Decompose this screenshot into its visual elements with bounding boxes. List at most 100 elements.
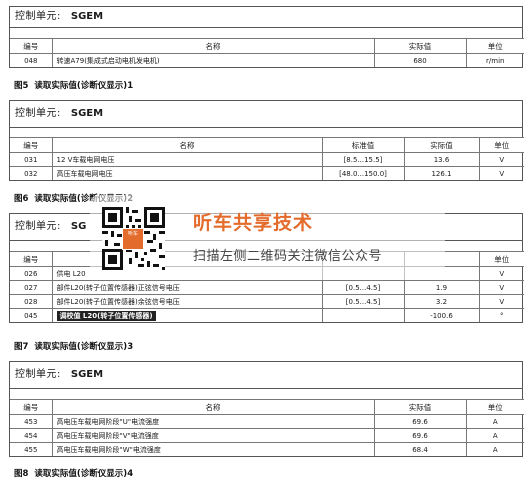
cell-unit: ° [479,308,524,322]
panel-4: 控制单元: SGEM 编号 名称 实际值 单位 453 高电压车载电网阶段"U"电… [9,361,524,457]
cell-actual: 13.6 [404,152,480,167]
cell-standard [322,308,405,322]
cell-standard: [48.0...150.0] [322,166,405,180]
table-header-row: 编号 名称 实际值 单位 [10,399,524,415]
cell-id: 028 [10,294,53,309]
caption-fig-number: 图7 [14,342,29,352]
cell-unit: V [479,294,524,309]
col-header-name: 名称 [52,38,375,54]
col-header-actual: 实际值 [374,38,467,54]
table-row: 031 12 V车载电网电压 [8.5...15.5] 13.6 V [10,152,524,167]
col-header-unit: 单位 [479,251,524,267]
col-header-name: 名称 [52,137,323,153]
table-row: 045 调校值 L20(转子位置传感器) -100.6 ° [10,308,524,322]
watermark-title: 听车共享技术 [193,212,314,234]
table-row: 048 转速A79(集成式启动电机发电机) 680 r/min [10,53,524,67]
cell-name: 高电压车载电网阶段"U"电流强度 [52,414,375,429]
panel-4-header: 控制单元: SGEM [10,362,522,389]
highlighted-name: 调校值 L20(转子位置传感器) [56,310,156,321]
col-header-unit: 单位 [479,137,524,153]
panel-2: 控制单元: SGEM 编号 名称 标准值 实际值 单位 031 12 V车载电网电… [9,100,524,181]
cell-actual: -100.6 [404,308,480,322]
cell-unit: V [479,266,524,281]
cell-actual: 1.9 [404,280,480,295]
cell-actual: 126.1 [404,166,480,180]
cell-unit: V [479,280,524,295]
cell-unit: r/min [466,53,524,67]
cell-actual: 69.6 [374,428,467,443]
watermark-subtitle: 扫描左侧二维码关注微信公众号 [193,249,383,264]
table-row: 454 高电压车载电网阶段"V"电流强度 69.6 A [10,428,524,443]
table-row: 453 高电压车载电网阶段"U"电流强度 69.6 A [10,414,524,429]
cell-name: 高电压车载电网阶段"V"电流强度 [52,428,375,443]
control-unit-value: SGEM [70,11,104,22]
caption-fig-number: 图8 [14,469,29,479]
cell-id: 032 [10,166,53,180]
cell-id: 027 [10,280,53,295]
cell-unit: A [466,414,524,429]
col-header-standard: 标准值 [322,137,405,153]
control-unit-label: 控制单元: [15,369,61,380]
cell-actual: 680 [374,53,467,67]
cell-name: 转速A79(集成式启动电机发电机) [52,53,375,67]
col-header-name: 名称 [52,399,375,415]
col-header-id: 编号 [10,38,53,54]
values-table-4: 编号 名称 实际值 单位 453 高电压车载电网阶段"U"电流强度 69.6 A… [10,399,524,456]
cell-id: 031 [10,152,53,167]
table-row: 028 部件L20(转子位置传感器)余弦信号电压 [0.5...4.5] 3.2… [10,294,524,309]
panel-1-header: 控制单元: SGEM [10,7,522,28]
cell-name: 高电压车载电网阶段"W"电流强度 [52,442,375,456]
cell-actual: 3.2 [404,294,480,309]
caption-text: 读取实际值(诊断仪显示)4 [34,469,134,479]
cell-name: 部件L20(转子位置传感器)余弦信号电压 [52,294,323,309]
cell-actual: 68.4 [374,442,467,456]
col-header-id: 编号 [10,399,53,415]
caption-text: 读取实际值(诊断仪显示)3 [34,342,134,352]
control-unit-value: SG [70,221,87,232]
cell-name: 12 V车载电网电压 [52,152,323,167]
col-header-unit: 单位 [466,38,524,54]
table-row: 455 高电压车载电网阶段"W"电流强度 68.4 A [10,442,524,456]
figure-caption-8: 图8 读取实际值(诊断仪显示)4 [14,467,133,479]
col-header-id: 编号 [10,251,53,267]
cell-standard: [8.5...15.5] [322,152,405,167]
table-header-row: 编号 名称 实际值 单位 [10,38,524,54]
col-header-actual: 实际值 [374,399,467,415]
col-header-actual: 实际值 [404,137,480,153]
col-header-id: 编号 [10,137,53,153]
table-header-row: 编号 名称 标准值 实际值 单位 [10,137,524,153]
brand-logo: 听车 [122,228,144,250]
cell-name: 调校值 L20(转子位置传感器) [52,308,323,322]
panel-1: 控制单元: SGEM 编号 名称 实际值 单位 048 转速A79(集成式启动电机… [9,6,524,68]
control-unit-value: SGEM [70,369,104,380]
col-header-unit: 单位 [466,399,524,415]
cell-unit: A [466,428,524,443]
values-table-1: 编号 名称 实际值 单位 048 转速A79(集成式启动电机发电机) 680 r… [10,38,524,67]
cell-id: 454 [10,428,53,443]
cell-unit: A [466,442,524,456]
cell-id: 453 [10,414,53,429]
caption-fig-number: 图6 [14,194,29,204]
cell-unit: V [479,152,524,167]
caption-text: 读取实际值(诊断仪显示)1 [34,81,134,91]
cell-id: 048 [10,53,53,67]
values-table-2: 编号 名称 标准值 实际值 单位 031 12 V车载电网电压 [8.5...1… [10,137,524,180]
cell-name: 高压车载电网电压 [52,166,323,180]
cell-id: 455 [10,442,53,456]
caption-fig-number: 图5 [14,81,29,91]
control-unit-label: 控制单元: [15,221,61,232]
figure-caption-7: 图7 读取实际值(诊断仪显示)3 [14,340,133,352]
cell-actual: 69.6 [374,414,467,429]
cell-standard: [0.5...4.5] [322,294,405,309]
table-row: 027 部件L20(转子位置传感器)正弦信号电压 [0.5...4.5] 1.9… [10,280,524,295]
cell-unit: V [479,166,524,180]
table-row: 032 高压车载电网电压 [48.0...150.0] 126.1 V [10,166,524,180]
cell-standard: [0.5...4.5] [322,280,405,295]
figure-caption-5: 图5 读取实际值(诊断仪显示)1 [14,79,133,91]
panel-2-header: 控制单元: SGEM [10,101,522,128]
cell-name: 部件L20(转子位置传感器)正弦信号电压 [52,280,323,295]
control-unit-label: 控制单元: [15,108,61,119]
cell-id: 026 [10,266,53,281]
cell-id: 045 [10,308,53,322]
control-unit-label: 控制单元: [15,11,61,22]
